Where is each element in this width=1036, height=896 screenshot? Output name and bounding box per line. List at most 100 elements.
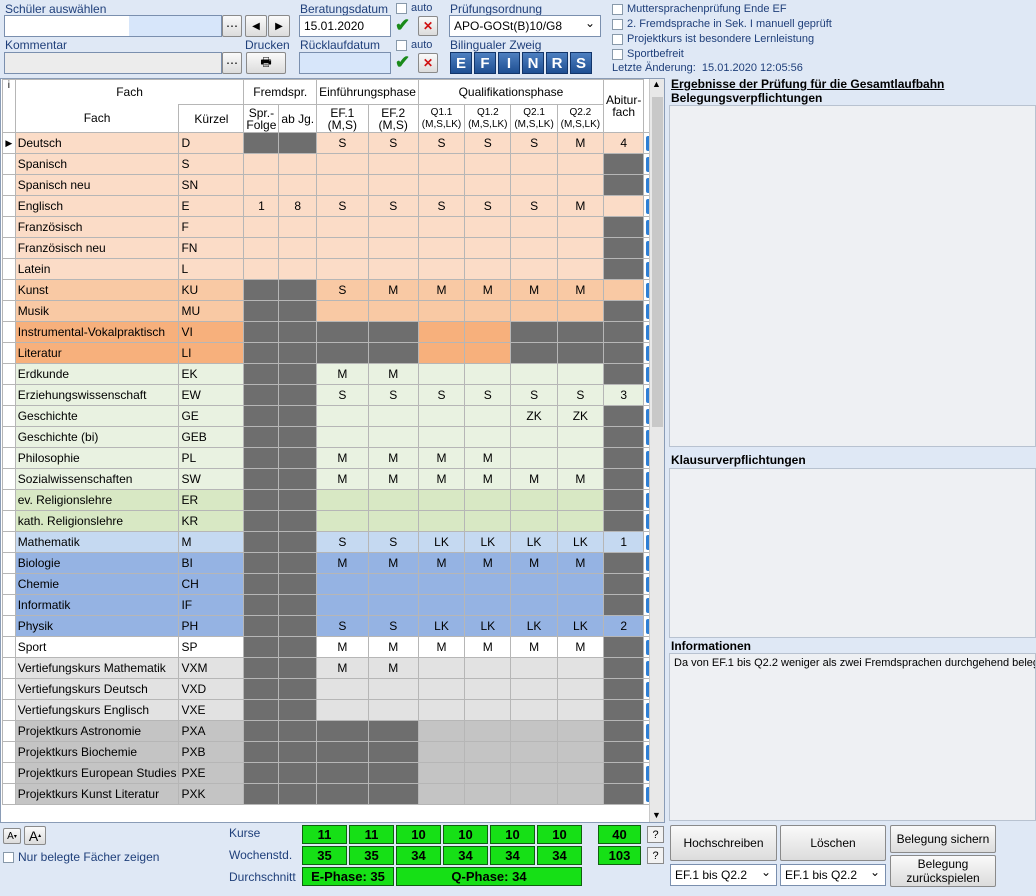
ab-jg-cell[interactable] (278, 447, 318, 469)
ab-jg-cell[interactable] (278, 510, 318, 532)
q21-cell[interactable] (510, 342, 558, 364)
abitur-cell[interactable]: 2 (602, 615, 645, 637)
q22-cell[interactable] (556, 447, 605, 469)
loeschen-button[interactable]: Löschen (780, 825, 886, 861)
ef1-cell[interactable]: S (316, 531, 369, 553)
q21-cell[interactable] (510, 678, 558, 700)
q22-cell[interactable]: ZK (556, 405, 605, 427)
abitur-cell[interactable] (602, 573, 645, 595)
spr-folge-cell[interactable]: 1 (243, 195, 280, 217)
spr-folge-cell[interactable] (243, 615, 280, 637)
ef2-cell[interactable]: S (367, 132, 419, 154)
table-row[interactable]: PhilosophiePLMMMM↩ (2, 447, 664, 469)
table-row[interactable]: kath. ReligionslehreKR↩ (2, 510, 664, 532)
q22-cell[interactable]: M (556, 195, 605, 217)
q22-cell[interactable] (556, 762, 605, 784)
spr-folge-cell[interactable] (243, 447, 280, 469)
q11-cell[interactable] (417, 762, 466, 784)
q22-cell[interactable]: M (556, 468, 605, 490)
q21-cell[interactable]: M (510, 552, 558, 574)
abitur-cell[interactable] (602, 342, 645, 364)
q11-cell[interactable] (417, 426, 466, 448)
q22-cell[interactable] (556, 699, 605, 721)
abitur-cell[interactable] (602, 657, 645, 679)
ef1-cell[interactable] (316, 174, 369, 196)
ef1-cell[interactable] (316, 573, 369, 595)
font-smaller-button[interactable]: A ▾ (3, 828, 21, 844)
ef1-cell[interactable]: S (316, 615, 369, 637)
ef1-cell[interactable] (316, 489, 369, 511)
q21-cell[interactable]: ZK (510, 405, 558, 427)
table-row[interactable]: PhysikPHSSLKLKLKLK2↩ (2, 615, 664, 637)
ef1-cell[interactable] (316, 720, 369, 742)
abitur-cell[interactable] (602, 195, 645, 217)
q11-cell[interactable]: S (417, 195, 466, 217)
q12-cell[interactable] (464, 594, 512, 616)
q11-cell[interactable]: LK (417, 615, 466, 637)
ab-jg-cell[interactable] (278, 699, 318, 721)
q22-cell[interactable] (556, 216, 605, 238)
ef2-cell[interactable] (367, 174, 419, 196)
ef2-cell[interactable] (367, 237, 419, 259)
spr-folge-cell[interactable] (243, 279, 280, 301)
ab-jg-cell[interactable] (278, 153, 318, 175)
nur-belegte-checkbox[interactable] (3, 851, 14, 863)
table-row[interactable]: Spanisch neuSN↩ (2, 174, 664, 196)
wochenstd-help-button[interactable]: ? (647, 847, 664, 864)
q12-cell[interactable] (464, 405, 512, 427)
q12-cell[interactable] (464, 783, 512, 805)
q21-cell[interactable] (510, 174, 558, 196)
schueler-picker-button[interactable]: ⋯ (222, 15, 242, 37)
ef1-cell[interactable]: M (316, 552, 369, 574)
ef1-cell[interactable]: S (316, 279, 369, 301)
prev-student-button[interactable]: ◀ (245, 15, 267, 37)
q22-cell[interactable] (556, 363, 605, 385)
spr-folge-cell[interactable] (243, 153, 280, 175)
beratungsdatum-input[interactable]: 15.01.2020 (299, 15, 391, 37)
table-row[interactable]: Vertiefungskurs MathematikVXMMM↩ (2, 657, 664, 679)
abitur-cell[interactable] (602, 552, 645, 574)
q22-cell[interactable]: LK (556, 531, 605, 553)
q11-cell[interactable] (417, 741, 466, 763)
table-row[interactable]: Vertiefungskurs EnglischVXE↩ (2, 699, 664, 721)
ef1-cell[interactable] (316, 237, 369, 259)
ef1-cell[interactable]: M (316, 468, 369, 490)
kuerzel-header[interactable]: Kürzel (178, 104, 245, 133)
ruecklauf-auto-checkbox[interactable] (396, 39, 407, 51)
ef2-cell[interactable]: S (367, 531, 419, 553)
q12-cell[interactable] (464, 510, 512, 532)
table-row[interactable]: Projektkurs European StudiesPXE↩ (2, 762, 664, 784)
abitur-cell[interactable] (602, 699, 645, 721)
q21-cell[interactable] (510, 300, 558, 322)
ef2-cell[interactable] (367, 405, 419, 427)
table-row[interactable]: BiologieBIMMMMMM↩ (2, 552, 664, 574)
q11-cell[interactable]: M (417, 552, 466, 574)
spr-folge-cell[interactable] (243, 489, 280, 511)
spr-folge-cell[interactable] (243, 237, 280, 259)
q12-cell[interactable]: M (464, 279, 512, 301)
ef1-cell[interactable] (316, 741, 369, 763)
ef1-cell[interactable]: M (316, 636, 369, 658)
q12-cell[interactable] (464, 300, 512, 322)
sportbefreit-checkbox[interactable] (612, 48, 623, 60)
abitur-cell[interactable] (602, 678, 645, 700)
ef1-cell[interactable] (316, 342, 369, 364)
q21-cell[interactable] (510, 447, 558, 469)
q21-cell[interactable] (510, 510, 558, 532)
abitur-cell[interactable] (602, 720, 645, 742)
spr-folge-cell[interactable] (243, 678, 280, 700)
q12-cell[interactable]: LK (464, 615, 512, 637)
q21-cell[interactable]: S (510, 195, 558, 217)
ab-jg-cell[interactable] (278, 636, 318, 658)
spr-folge-cell[interactable] (243, 699, 280, 721)
ef2-cell[interactable] (367, 510, 419, 532)
q11-cell[interactable] (417, 594, 466, 616)
table-row[interactable]: FranzösischF↩ (2, 216, 664, 238)
ef1-cell[interactable] (316, 594, 369, 616)
q21-cell[interactable] (510, 363, 558, 385)
ab-jg-cell[interactable] (278, 531, 318, 553)
q12-cell[interactable] (464, 174, 512, 196)
q22-cell[interactable] (556, 573, 605, 595)
table-row[interactable]: MusikMU↩ (2, 300, 664, 322)
fach-header[interactable]: Fach (14, 104, 180, 133)
